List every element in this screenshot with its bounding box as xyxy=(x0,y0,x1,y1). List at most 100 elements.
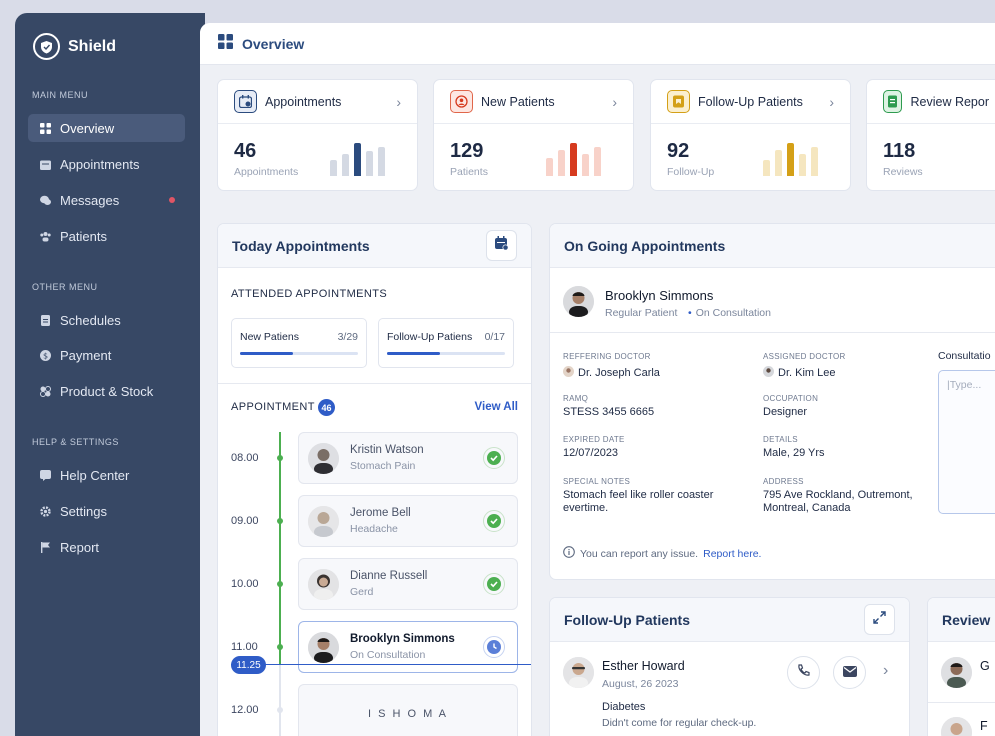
time-label: 12.00 xyxy=(231,704,259,716)
sidebar-item-appointments[interactable]: Appointments xyxy=(28,150,185,178)
stat-bar xyxy=(546,158,553,176)
calendar-check-icon xyxy=(494,235,509,256)
stat-bars xyxy=(763,140,818,176)
sidebar-item-label: Payment xyxy=(60,347,112,363)
stat-sub: Reviews xyxy=(883,166,923,178)
stat-card-follow-up[interactable]: Follow-Up Patients › 92 Follow-Up xyxy=(650,79,851,191)
report-link[interactable]: Report here. xyxy=(703,548,761,560)
flag-icon xyxy=(40,541,51,553)
mail-icon xyxy=(842,664,857,682)
field-value: 795 Ave Rockland, Outremont, Montreal, C… xyxy=(763,489,913,514)
chevron-right-icon[interactable]: › xyxy=(883,662,888,680)
doctor-avatar-icon xyxy=(563,364,574,382)
stat-card-new-patients[interactable]: New Patients › 129 Patients xyxy=(433,79,634,191)
appointment-card[interactable]: Kristin Watson Stomach Pain xyxy=(298,432,518,484)
today-appointments-panel: Today Appointments ATTENDED APPOINTMENTS… xyxy=(217,223,532,736)
stat-value: 129 xyxy=(450,140,484,162)
patient-complaint: Headache xyxy=(350,523,398,535)
chevron-right-icon[interactable]: › xyxy=(829,94,834,110)
sidebar-item-label: Patients xyxy=(60,228,107,244)
divider xyxy=(928,702,995,703)
calendar-button[interactable] xyxy=(486,230,517,261)
avatar xyxy=(941,657,972,688)
sidebar-item-patients[interactable]: Patients xyxy=(28,222,185,250)
avatar xyxy=(308,631,339,663)
sidebar-item-label: Settings xyxy=(60,503,107,519)
brand[interactable]: Shield xyxy=(33,33,116,60)
avatar xyxy=(308,442,339,474)
stat-bar xyxy=(775,150,782,176)
appointment-count-badge: 46 xyxy=(318,399,335,416)
follow-up-note: Didn't come for regular check-up. xyxy=(602,717,757,729)
chevron-right-icon[interactable]: › xyxy=(612,94,617,110)
stat-bar xyxy=(570,143,577,176)
check-icon xyxy=(483,447,505,469)
stat-title: Follow-Up Patients xyxy=(698,94,803,109)
review-panel: Review G F xyxy=(927,597,995,736)
timeline-line-done xyxy=(279,432,281,664)
sidebar-item-label: Overview xyxy=(60,120,115,136)
avatar xyxy=(563,286,594,317)
svg-text:$: $ xyxy=(43,351,48,360)
document-icon xyxy=(883,90,903,113)
stat-bar xyxy=(582,154,589,176)
avatar xyxy=(563,657,594,688)
view-all-link[interactable]: View All xyxy=(475,401,518,413)
progress-fill xyxy=(387,352,441,355)
appointment-card[interactable]: Dianne Russell Gerd xyxy=(298,558,518,610)
user-badge-icon xyxy=(450,90,473,113)
report-row: You can report any issue. Report here. xyxy=(563,546,761,561)
menu-section-title: OTHER MENU xyxy=(32,282,98,292)
menu-section-title: HELP & SETTINGS xyxy=(32,437,119,447)
chevron-right-icon[interactable]: › xyxy=(396,94,401,110)
consultation-textarea[interactable]: |Type... xyxy=(938,370,995,514)
avatar xyxy=(308,505,339,537)
grid-icon xyxy=(218,33,233,54)
stat-card-reviews[interactable]: Review Repor 118 Reviews xyxy=(866,79,995,191)
follow-up-patients-panel: Follow-Up Patients Esther Howard August,… xyxy=(549,597,910,736)
stat-bars xyxy=(546,140,601,176)
dollar-icon: $ xyxy=(40,349,51,361)
stat-bars xyxy=(330,140,385,176)
field-label: OCCUPATION xyxy=(763,394,819,403)
stat-bar xyxy=(366,151,373,176)
call-button[interactable] xyxy=(787,656,820,689)
message-button[interactable] xyxy=(833,656,866,689)
reviewer-name: G xyxy=(980,659,990,673)
grid-icon xyxy=(40,122,51,134)
mini-label: New Patiens xyxy=(240,331,299,343)
sidebar-item-payment[interactable]: $ Payment xyxy=(28,341,185,369)
avatar xyxy=(941,717,972,736)
sidebar-item-schedules[interactable]: Schedules xyxy=(28,306,185,334)
attended-follow-up-card[interactable]: Follow-Up Patiens 0/17 xyxy=(378,318,514,368)
appointment-card[interactable]: Jerome Bell Headache xyxy=(298,495,518,547)
field-label: EXPIRED DATE xyxy=(563,435,625,444)
current-time-line xyxy=(231,664,531,665)
sidebar-item-label: Schedules xyxy=(60,312,121,328)
stat-card-appointments[interactable]: Appointments › 46 Appointments xyxy=(217,79,418,191)
shield-logo-icon xyxy=(33,33,60,60)
sidebar-item-label: Appointments xyxy=(60,156,140,172)
bookmark-icon xyxy=(667,90,690,113)
break-slot: I S H O M A xyxy=(298,684,518,736)
sidebar-item-overview[interactable]: Overview xyxy=(28,114,185,142)
chat-icon xyxy=(40,195,51,206)
mini-label: Follow-Up Patiens xyxy=(387,331,473,343)
appointment-card-current[interactable]: Brooklyn Simmons On Consultation xyxy=(298,621,518,673)
sidebar-item-product-stock[interactable]: Product & Stock xyxy=(28,377,185,405)
assigned-doctor: Dr. Kim Lee xyxy=(763,364,835,382)
expand-button[interactable] xyxy=(864,604,895,635)
divider xyxy=(550,332,995,333)
sidebar-item-settings[interactable]: Settings xyxy=(28,497,185,525)
attended-new-patients-card[interactable]: New Patiens 3/29 xyxy=(231,318,367,368)
sidebar-item-messages[interactable]: Messages xyxy=(28,186,185,214)
calendar-icon xyxy=(234,90,257,113)
patient-name: Jerome Bell xyxy=(350,507,411,519)
patient-status: On Consultation xyxy=(350,649,426,661)
sidebar-item-report[interactable]: Report xyxy=(28,533,185,561)
patient-status-text: On Consultation xyxy=(695,307,771,319)
sidebar-item-help-center[interactable]: Help Center xyxy=(28,461,185,489)
field-value: Male, 29 Yrs xyxy=(763,447,825,459)
stat-bar xyxy=(594,147,601,176)
field-label: ADDRESS xyxy=(763,477,804,486)
